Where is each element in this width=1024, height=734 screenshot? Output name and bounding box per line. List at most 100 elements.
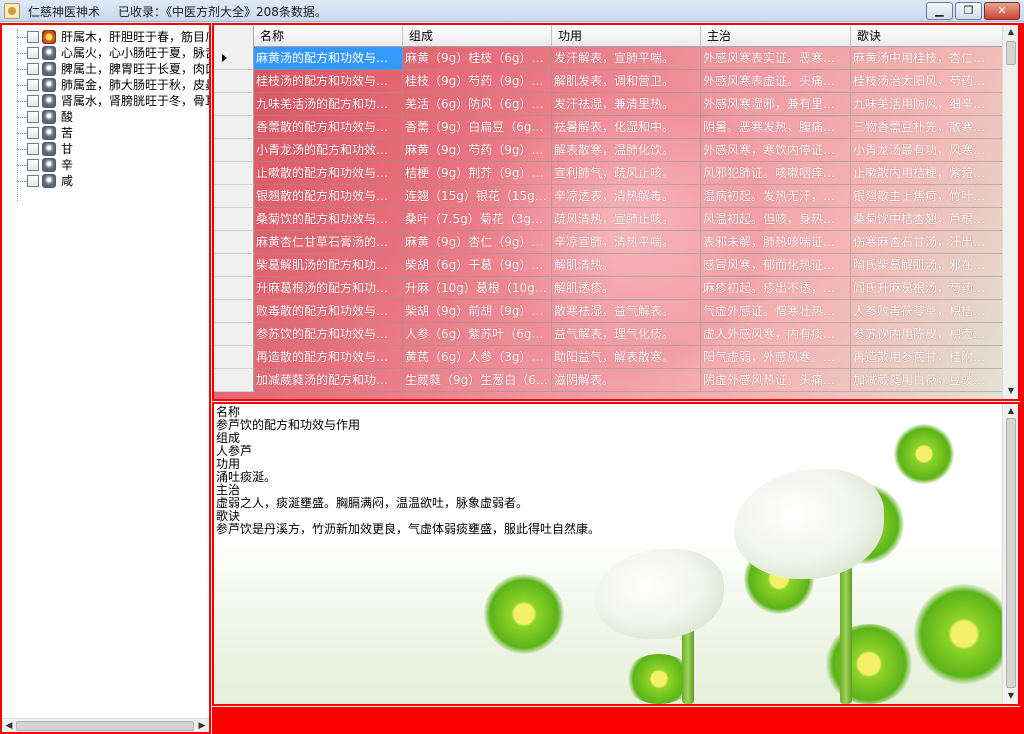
- table-cell[interactable]: 解肌发表，调和营卫。: [552, 70, 701, 93]
- tree-item-checkbox[interactable]: [27, 159, 39, 171]
- table-cell[interactable]: 桑菊饮中桔杏翘，芦根…: [851, 208, 1004, 231]
- formula-grid[interactable]: 名称 组成 功用 主治 歌诀 麻黄汤的配方和功效与… 麻黄（9g）桂枝（6g）… 发…: [212, 23, 1020, 401]
- table-cell[interactable]: 柴葛解肌汤的配方和功…: [254, 254, 403, 277]
- column-header-indication[interactable]: 主治: [701, 25, 851, 47]
- row-header[interactable]: [214, 231, 254, 254]
- table-cell[interactable]: 桔梗（9g）荆芥（9g）…: [403, 162, 552, 185]
- row-header[interactable]: [214, 277, 254, 300]
- table-row[interactable]: 小青龙汤的配方和功效… 麻黄（9g）芍药（9g）… 解表散寒，温肺化饮。 外感风寒，寒…: [214, 139, 1004, 162]
- table-cell[interactable]: 辛凉透表，清热解毒。: [552, 185, 701, 208]
- table-cell[interactable]: 虚人外感风寒，内有痰…: [701, 323, 851, 346]
- minimize-button[interactable]: ▁: [926, 2, 953, 20]
- table-cell[interactable]: 生葳蕤（9g）生葱白（6…: [403, 369, 552, 392]
- table-cell[interactable]: 香薷（9g）白扁豆（6g…: [403, 116, 552, 139]
- table-cell[interactable]: 风邪犯肺证。咳嗽咽痒…: [701, 162, 851, 185]
- row-header[interactable]: [214, 323, 254, 346]
- table-row[interactable]: 桂枝汤的配方和功效与… 桂枝（9g）芍药（9g）… 解肌发表，调和营卫。 外感风寒表虚…: [214, 70, 1004, 93]
- table-cell[interactable]: 败毒散的配方和功效与…: [254, 300, 403, 323]
- row-header[interactable]: [214, 70, 254, 93]
- table-cell[interactable]: 辛凉宣肺，清热平喘。: [552, 231, 701, 254]
- table-row[interactable]: 升麻葛根汤的配方和功… 升麻（10g）葛根（10g… 解肌透疹。 麻疹初起。疹出不透，…: [214, 277, 1004, 300]
- table-cell[interactable]: 桂枝汤治太阳风，芍药…: [851, 70, 1004, 93]
- tree-item-checkbox[interactable]: [27, 79, 39, 91]
- table-row[interactable]: 九味羌活汤的配方和功… 羌活（6g）防风（6g）… 发汗祛湿，兼清里热。 外感风寒湿邪…: [214, 93, 1004, 116]
- tree-item-checkbox[interactable]: [27, 143, 39, 155]
- scroll-thumb[interactable]: [1006, 418, 1016, 688]
- detail-vertical-scrollbar[interactable]: ▲ ▼: [1002, 404, 1018, 704]
- table-row[interactable]: 加减葳蕤汤的配方和功… 生葳蕤（9g）生葱白（6… 滋阴解表。 阴虚外感风热证。头痛……: [214, 369, 1004, 392]
- table-row[interactable]: 败毒散的配方和功效与… 柴胡（9g）前胡（9g）… 散寒祛湿，益气解表。 气虚外感证。…: [214, 300, 1004, 323]
- scroll-thumb[interactable]: [16, 721, 194, 731]
- table-cell[interactable]: 伤寒麻杏石甘汤，汗出…: [851, 231, 1004, 254]
- table-cell[interactable]: 麻黄汤的配方和功效与…: [254, 47, 403, 70]
- table-row[interactable]: 柴葛解肌汤的配方和功… 柴胡（6g）干葛（9g）… 解肌清热。 感冒风寒，郁而化热证……: [214, 254, 1004, 277]
- row-header[interactable]: [214, 300, 254, 323]
- table-cell[interactable]: 助阳益气，解表散寒。: [552, 346, 701, 369]
- table-cell[interactable]: 加减葳蕤汤的配方和功…: [254, 369, 403, 392]
- column-header-function[interactable]: 功用: [552, 25, 701, 47]
- table-row[interactable]: 麻黄汤的配方和功效与… 麻黄（9g）桂枝（6g）… 发汗解表，宣肺平喘。 外感风寒表实…: [214, 47, 1004, 70]
- table-cell[interactable]: 参苏饮的配方和功效与…: [254, 323, 403, 346]
- table-cell[interactable]: 阳气虚弱，外感风寒。…: [701, 346, 851, 369]
- maximize-button[interactable]: ❐: [955, 2, 982, 20]
- table-cell[interactable]: 人参败毒茯苓草，枳桔…: [851, 300, 1004, 323]
- table-cell[interactable]: 温病初起。发热无汗，…: [701, 185, 851, 208]
- table-cell[interactable]: 升麻（10g）葛根（10g…: [403, 277, 552, 300]
- table-cell[interactable]: 散寒祛湿，益气解表。: [552, 300, 701, 323]
- table-cell[interactable]: 连翘（15g）银花（15g…: [403, 185, 552, 208]
- table-cell[interactable]: 麻黄汤中用桂枝，杏仁…: [851, 47, 1004, 70]
- row-header[interactable]: [214, 47, 254, 70]
- table-cell[interactable]: 九味羌活汤的配方和功…: [254, 93, 403, 116]
- table-cell[interactable]: 外感风寒，寒饮内停证…: [701, 139, 851, 162]
- table-cell[interactable]: 阎氏升麻葛根汤，芍药…: [851, 277, 1004, 300]
- table-cell[interactable]: 桑菊饮的配方和功效与…: [254, 208, 403, 231]
- table-cell[interactable]: 桑叶（7.5g）菊花（3g…: [403, 208, 552, 231]
- table-row[interactable]: 麻黄杏仁甘草石膏汤的… 麻黄（9g）杏仁（9g）… 辛凉宣肺，清热平喘。 表邪未解，肺…: [214, 231, 1004, 254]
- scroll-up-icon[interactable]: ▲: [1005, 405, 1017, 417]
- table-cell[interactable]: 感冒风寒，郁而化热证…: [701, 254, 851, 277]
- table-row[interactable]: 止嗽散的配方和功效与… 桔梗（9g）荆芥（9g）… 宣利肺气，疏风止咳。 风邪犯肺证。…: [214, 162, 1004, 185]
- table-cell[interactable]: 小青龙汤最有功，风寒…: [851, 139, 1004, 162]
- table-cell[interactable]: 止嗽散内用桔梗，紫菀…: [851, 162, 1004, 185]
- row-header[interactable]: [214, 346, 254, 369]
- category-tree[interactable]: 肝属木，肝胆旺于春，筋目爪 心属火，心小肠旺于夏，脉舌 脾属土，脾胃旺于长夏，肉口肺…: [0, 23, 211, 734]
- tree-item-checkbox[interactable]: [27, 175, 39, 187]
- table-cell[interactable]: 阴暑。恶寒发热，腹痛…: [701, 116, 851, 139]
- table-row[interactable]: 再造散的配方和功效与… 黄芪（6g）人参（3g）… 助阳益气，解表散寒。 阳气虚弱，外…: [214, 346, 1004, 369]
- table-cell[interactable]: 解肌清热。: [552, 254, 701, 277]
- table-cell[interactable]: 止嗽散的配方和功效与…: [254, 162, 403, 185]
- table-row[interactable]: 银翘散的配方和功效与… 连翘（15g）银花（15g… 辛凉透表，清热解毒。 温病初起。…: [214, 185, 1004, 208]
- table-cell[interactable]: 发汗解表，宣肺平喘。: [552, 47, 701, 70]
- table-cell[interactable]: 气虚外感证。憎寒壮热…: [701, 300, 851, 323]
- column-header-verse[interactable]: 歌诀: [851, 25, 1004, 47]
- table-cell[interactable]: 参苏饮内用陈皮，枳壳…: [851, 323, 1004, 346]
- row-header[interactable]: [214, 139, 254, 162]
- table-cell[interactable]: 麻疹初起。疹出不透，…: [701, 277, 851, 300]
- table-cell[interactable]: 桂枝汤的配方和功效与…: [254, 70, 403, 93]
- tree-item-checkbox[interactable]: [27, 31, 39, 43]
- table-cell[interactable]: 表邪未解，肺热咳喘证…: [701, 231, 851, 254]
- table-cell[interactable]: 益气解表，理气化痰。: [552, 323, 701, 346]
- table-cell[interactable]: 陶氏柴葛解肌汤，邪在…: [851, 254, 1004, 277]
- table-cell[interactable]: 柴胡（9g）前胡（9g）…: [403, 300, 552, 323]
- row-header[interactable]: [214, 116, 254, 139]
- row-header[interactable]: [214, 185, 254, 208]
- table-cell[interactable]: 再造散用参芪甘，桂附…: [851, 346, 1004, 369]
- table-cell[interactable]: 解表散寒，温肺化饮。: [552, 139, 701, 162]
- table-cell[interactable]: 升麻葛根汤的配方和功…: [254, 277, 403, 300]
- table-row[interactable]: 参苏饮的配方和功效与… 人参（6g）紫苏叶（6g… 益气解表，理气化痰。 虚人外感风寒…: [214, 323, 1004, 346]
- table-cell[interactable]: 外感风寒表实证。恶寒…: [701, 47, 851, 70]
- table-cell[interactable]: 发汗祛湿，兼清里热。: [552, 93, 701, 116]
- row-header[interactable]: [214, 93, 254, 116]
- table-cell[interactable]: 外感风寒湿邪，兼有里…: [701, 93, 851, 116]
- row-header[interactable]: [214, 208, 254, 231]
- close-button[interactable]: ✕: [984, 2, 1020, 20]
- tree-item-checkbox[interactable]: [27, 111, 39, 123]
- scroll-up-icon[interactable]: ▲: [1005, 26, 1017, 38]
- table-cell[interactable]: 银翘散的配方和功效与…: [254, 185, 403, 208]
- table-cell[interactable]: 加减葳蕤用白薇，豆豉…: [851, 369, 1004, 392]
- table-cell[interactable]: 祛暑解表，化湿和中。: [552, 116, 701, 139]
- tree-item-checkbox[interactable]: [27, 95, 39, 107]
- table-cell[interactable]: 柴胡（6g）干葛（9g）…: [403, 254, 552, 277]
- table-cell[interactable]: 香薷散的配方和功效与…: [254, 116, 403, 139]
